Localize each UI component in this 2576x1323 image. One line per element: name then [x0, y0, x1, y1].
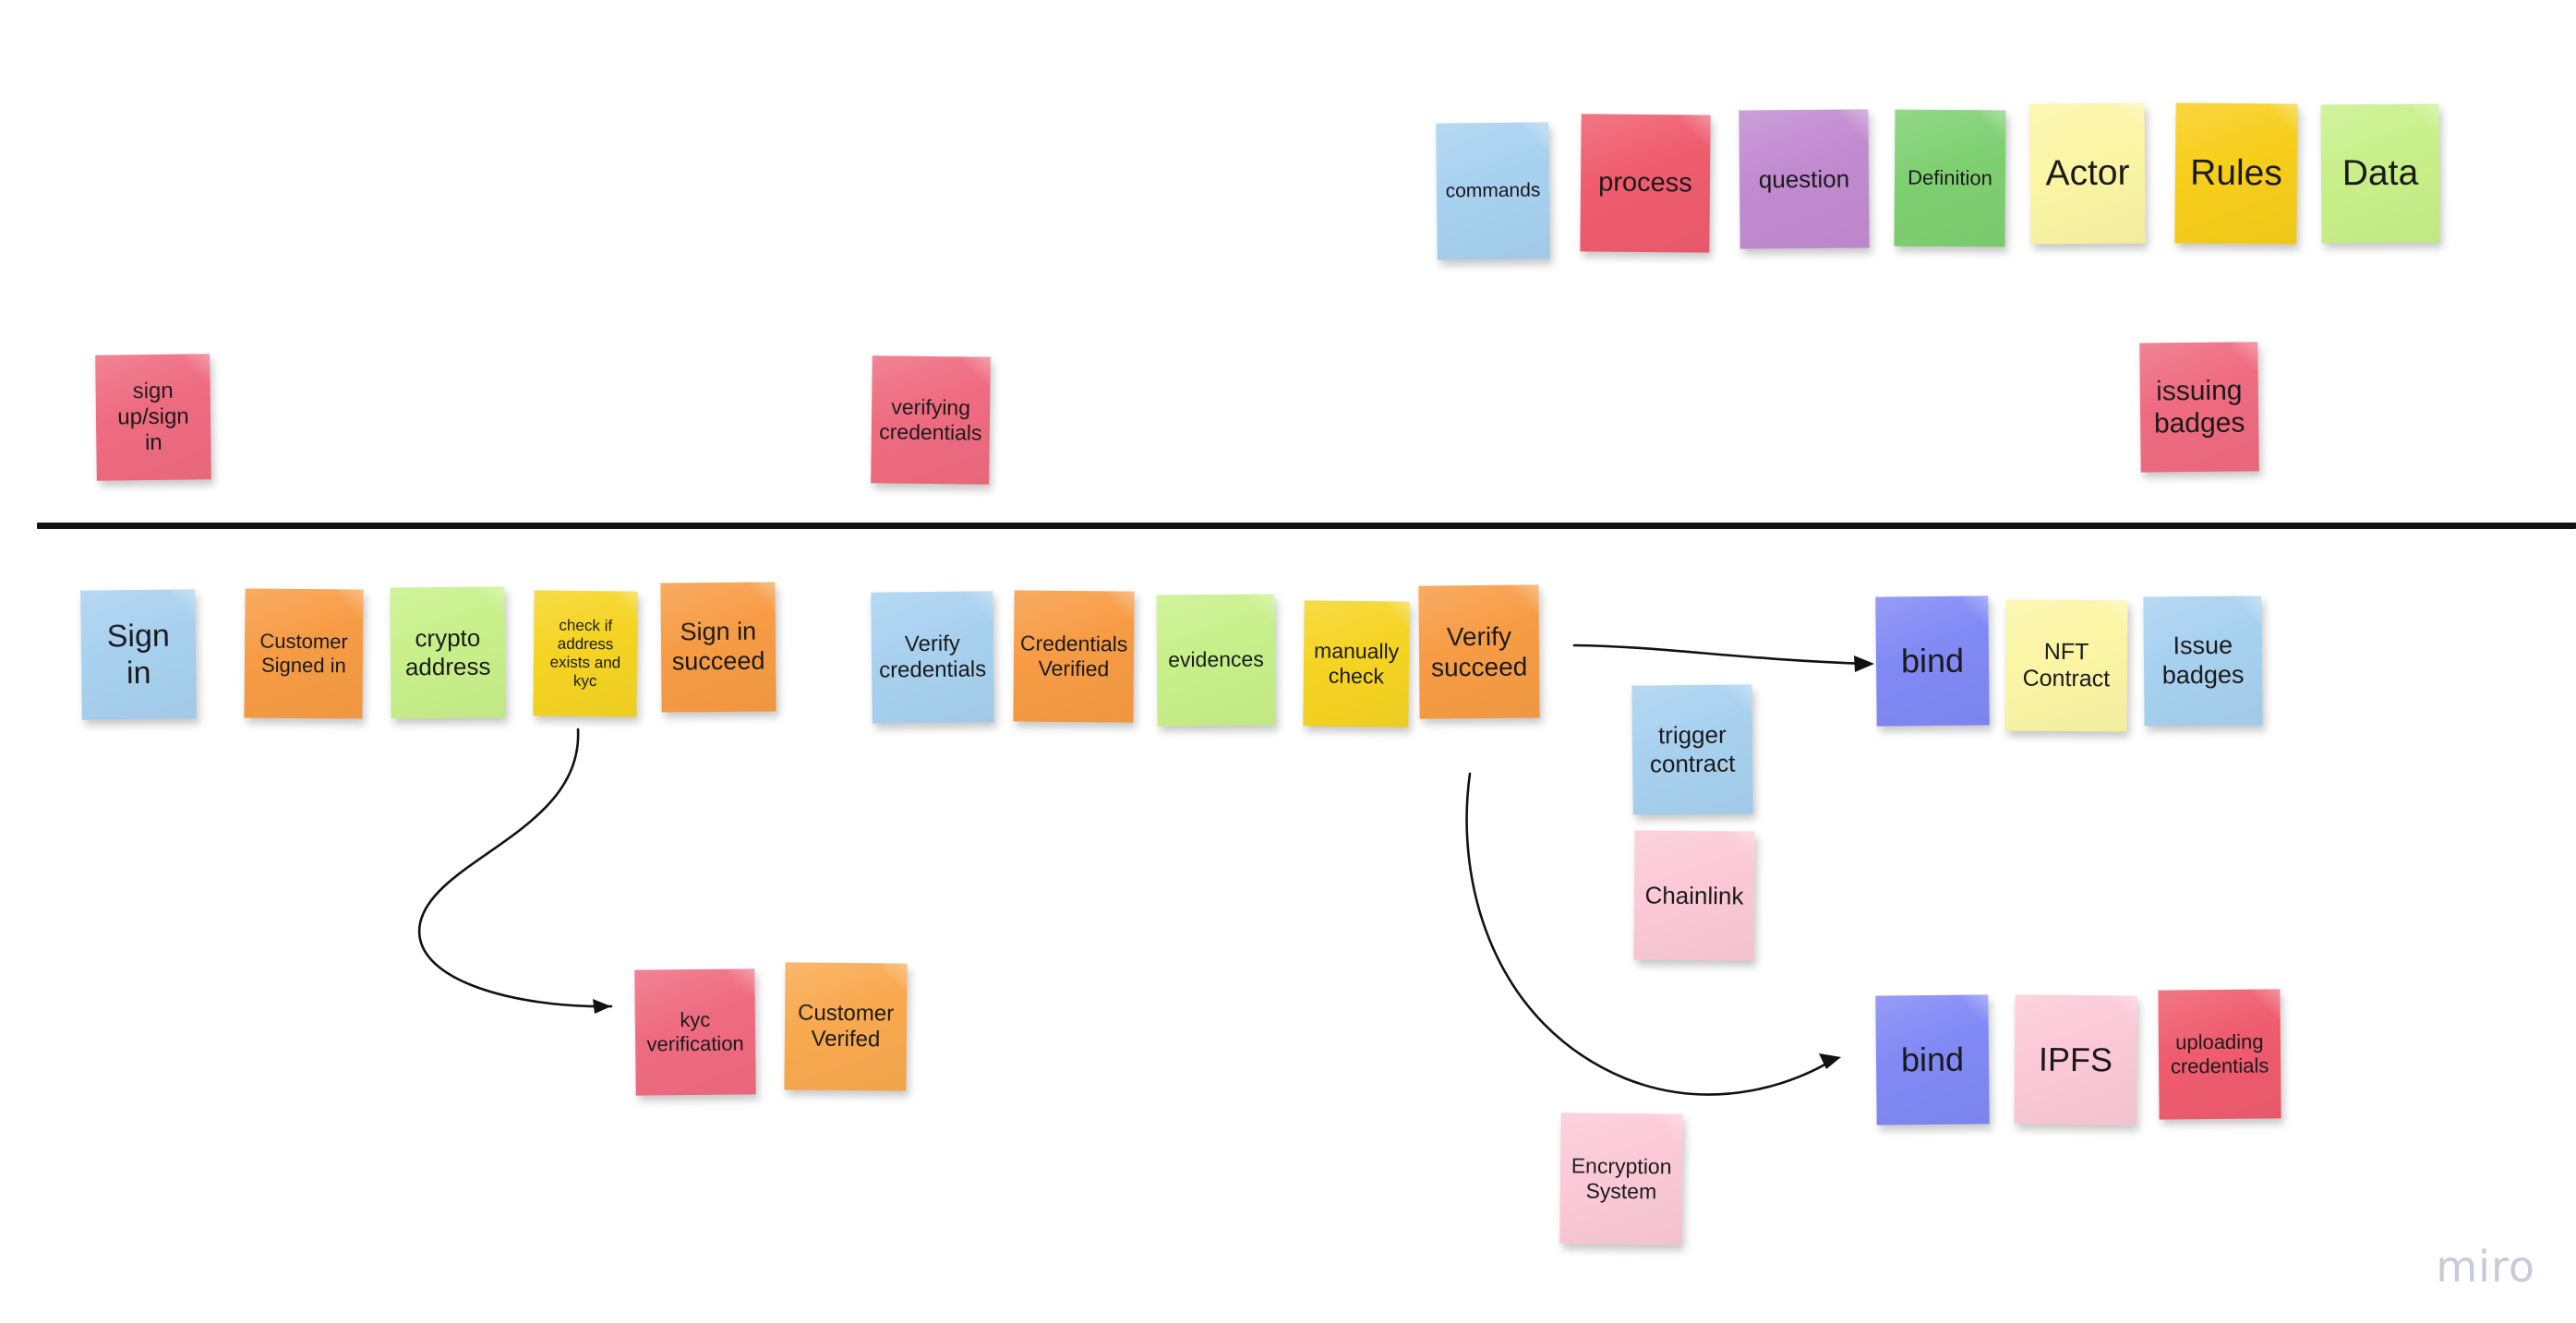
contract-note-chainlink[interactable]: Chainlink: [1633, 830, 1755, 961]
flow-note-nft-contract[interactable]: NFT Contract: [2004, 599, 2128, 732]
sticky-note-label: Customer Verifed: [797, 1000, 895, 1052]
legend-note-actor[interactable]: Actor: [2029, 102, 2146, 245]
arrow-check-address-to-kyc-verification: [417, 728, 613, 1014]
sticky-note-label: Sign in: [106, 618, 171, 692]
flow-note-verify-succeed[interactable]: Verify succeed: [1418, 584, 1540, 719]
sticky-note-label: bind: [1900, 641, 1965, 680]
sticky-note-label: Issue badges: [2161, 631, 2245, 690]
legend-note-definition[interactable]: Definition: [1894, 109, 2006, 247]
sticky-note-label: uploading credentials: [2170, 1029, 2269, 1078]
sticky-note-label: process: [1598, 167, 1692, 198]
sticky-note-label: Credentials Verified: [1019, 631, 1128, 681]
storage-note-uploading-credentials[interactable]: uploading credentials: [2158, 989, 2281, 1120]
contract-note-trigger-contract[interactable]: trigger contract: [1631, 684, 1753, 815]
flow-note-sign-in-succeed[interactable]: Sign in succeed: [660, 582, 776, 713]
flow-note-verify-credentials[interactable]: Verify credentials: [871, 591, 994, 724]
sticky-note-label: issuing badges: [2153, 375, 2245, 439]
miro-watermark-logo: miro: [2436, 1242, 2535, 1292]
sticky-note-label: check if address exists and kyc: [549, 616, 621, 691]
storage-note-bind[interactable]: bind: [1875, 994, 1990, 1125]
flow-note-evidences[interactable]: evidences: [1156, 594, 1276, 727]
flow-note-issue-badges[interactable]: Issue badges: [2143, 595, 2263, 727]
sticky-note-label: NFT Contract: [2022, 638, 2111, 692]
sticky-note-label: bind: [1900, 1040, 1965, 1079]
arrowhead-icon: [593, 999, 611, 1014]
flow-note-sign-in[interactable]: Sign in: [80, 589, 197, 720]
sticky-note-label: Encryption System: [1571, 1153, 1672, 1204]
sticky-note-label: commands: [1445, 179, 1541, 202]
sticky-note-label: trigger contract: [1649, 720, 1736, 778]
phase-header-note-verifying-credentials[interactable]: verifying credentials: [871, 355, 991, 485]
flow-note-bind[interactable]: bind: [1875, 595, 1990, 727]
kyc-note-customer-verifed[interactable]: Customer Verifed: [784, 962, 908, 1091]
sticky-note-label: Verify succeed: [1430, 621, 1528, 682]
storage-note-ipfs[interactable]: IPFS: [2014, 994, 2137, 1125]
phase-header-note-sign-up-sign-in[interactable]: sign up/sign in: [95, 354, 211, 481]
flow-note-customer-signed-in[interactable]: Customer Signed in: [244, 588, 364, 719]
sticky-note-label: Verify credentials: [878, 631, 987, 683]
flow-note-credentials-verified[interactable]: Credentials Verified: [1013, 590, 1135, 723]
flow-note-manually-check[interactable]: manually check: [1303, 600, 1410, 728]
legend-note-rules[interactable]: Rules: [2174, 102, 2298, 245]
sticky-note-label: Actor: [2045, 152, 2130, 194]
sticky-note-label: question: [1758, 164, 1850, 194]
arrow-verify-succeed-to-bind-nft: [1572, 643, 1874, 672]
encryption-note-encryption-system[interactable]: Encryption System: [1559, 1113, 1683, 1245]
sticky-note-label: Definition: [1908, 165, 1992, 190]
sticky-note-label: verifying credentials: [879, 394, 982, 445]
miro-board-canvas[interactable]: commands process question Definition Actor Ru…: [0, 0, 2576, 1323]
phase-header-note-issuing-badges[interactable]: issuing badges: [2139, 342, 2259, 473]
sticky-note-label: sign up/sign in: [117, 378, 189, 456]
sticky-note-label: IPFS: [2038, 1040, 2113, 1079]
legend-note-process[interactable]: process: [1580, 114, 1711, 253]
arrowhead-icon: [1819, 1053, 1841, 1069]
sticky-note-label: crypto address: [404, 624, 491, 681]
sticky-note-label: Sign in succeed: [671, 617, 765, 676]
timeline-divider: [37, 523, 2576, 529]
legend-note-data[interactable]: Data: [2320, 103, 2440, 244]
sticky-note-label: Chainlink: [1644, 881, 1744, 910]
kyc-note-kyc-verification[interactable]: kyc verification: [634, 968, 756, 1096]
flow-note-crypto-address[interactable]: crypto address: [390, 586, 506, 719]
sticky-note-label: Customer Signed in: [259, 629, 348, 678]
sticky-note-label: Data: [2341, 152, 2419, 194]
sticky-note-label: manually check: [1313, 638, 1400, 689]
arrowhead-icon: [1854, 655, 1874, 672]
flow-note-check-if-address-exists-and-kyc[interactable]: check if address exists and kyc: [533, 590, 638, 717]
sticky-note-label: evidences: [1168, 647, 1264, 672]
sticky-note-label: kyc verification: [646, 1007, 744, 1056]
legend-note-commands[interactable]: commands: [1436, 122, 1550, 260]
sticky-note-label: Rules: [2189, 152, 2283, 194]
legend-note-question[interactable]: question: [1739, 109, 1870, 249]
